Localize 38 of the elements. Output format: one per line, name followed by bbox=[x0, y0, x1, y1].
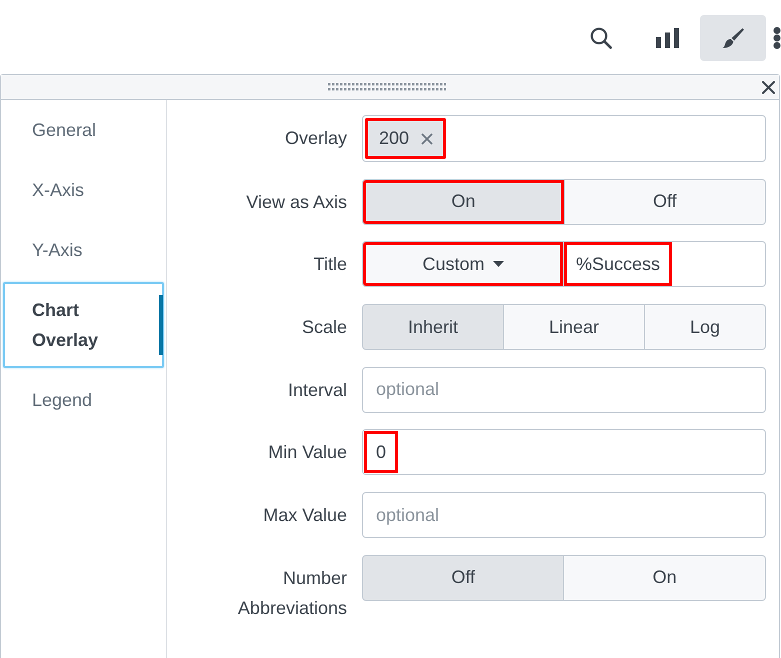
dropdown-button[interactable]: Custom bbox=[362, 241, 564, 288]
toggle-option[interactable]: On bbox=[564, 554, 766, 601]
caret-icon bbox=[492, 261, 504, 268]
toggle-option[interactable]: Off bbox=[362, 554, 564, 601]
multiselect-field[interactable]: 200 bbox=[362, 115, 766, 162]
field-label: Max Value bbox=[262, 504, 347, 528]
sidebar-item[interactable]: Legend bbox=[3, 372, 164, 428]
drag-handle-icon[interactable] bbox=[328, 83, 446, 91]
sidebar-item[interactable]: General bbox=[3, 102, 164, 158]
text-field[interactable]: %Success bbox=[564, 241, 766, 288]
toggle-option[interactable]: Log bbox=[644, 304, 766, 350]
sidebar-item[interactable]: X-Axis bbox=[3, 162, 164, 218]
text-field[interactable]: optional bbox=[362, 366, 766, 413]
toggle-option[interactable]: Inherit bbox=[362, 304, 504, 350]
text-field[interactable]: 0 bbox=[362, 429, 766, 476]
field-label: Number Abbreviations bbox=[236, 566, 347, 620]
field-value: 0 bbox=[364, 431, 398, 474]
close-icon[interactable] bbox=[762, 80, 775, 94]
field-label: Interval bbox=[286, 378, 347, 402]
paintbrush-button[interactable] bbox=[700, 15, 766, 61]
bar-chart-icon bbox=[656, 28, 678, 48]
toggle-option[interactable]: Linear bbox=[504, 304, 645, 350]
toggle-option[interactable]: On bbox=[362, 178, 565, 225]
value-tag[interactable]: 200 bbox=[365, 118, 446, 159]
field-value: %Success bbox=[564, 242, 672, 286]
field-label: Scale bbox=[300, 316, 347, 340]
search-icon bbox=[590, 27, 612, 49]
field-label: Min Value bbox=[267, 441, 347, 464]
field-label: View as Axis bbox=[245, 190, 347, 214]
remove-icon[interactable] bbox=[421, 132, 434, 144]
more-options-icon[interactable] bbox=[773, 27, 781, 49]
sidebar-item[interactable]: Y-Axis bbox=[3, 222, 164, 278]
field-label: Title bbox=[312, 253, 347, 276]
sidebar-item[interactable]: Chart Overlay bbox=[3, 282, 164, 368]
field-label: Overlay bbox=[284, 127, 347, 150]
paintbrush-icon bbox=[722, 27, 744, 49]
text-field[interactable]: optional bbox=[362, 492, 766, 538]
toggle-option[interactable]: Off bbox=[564, 178, 766, 225]
